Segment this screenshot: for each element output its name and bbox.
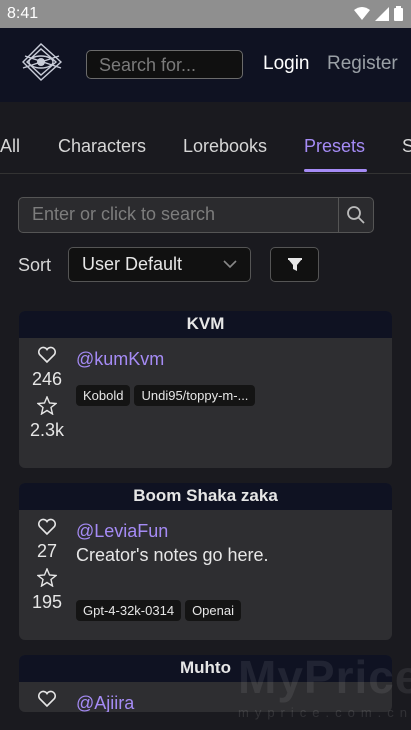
tag-list: Kobold Undi95/toppy-m-... [76, 385, 256, 406]
heart-icon[interactable] [37, 346, 57, 364]
sort-selected-value: User Default [82, 254, 183, 274]
tab-presets[interactable]: Presets [304, 136, 365, 157]
search-button[interactable] [338, 197, 374, 233]
top-header: Search for... Login Register [0, 28, 411, 102]
search-icon [347, 206, 365, 224]
star-count: 2.3k [29, 420, 65, 440]
like-count: 27 [36, 541, 58, 561]
signal-icon [375, 6, 389, 21]
tag[interactable]: Undi95/toppy-m-... [134, 385, 256, 406]
sort-label: Sort [18, 255, 52, 275]
card-stats [19, 690, 75, 708]
like-count: 246 [31, 369, 63, 389]
tab-more[interactable]: S [402, 136, 411, 157]
card-title: KVM [19, 311, 392, 338]
heart-icon[interactable] [37, 518, 57, 536]
site-logo-icon[interactable] [19, 40, 65, 86]
tag[interactable]: Gpt-4-32k-0314 [76, 600, 182, 621]
preset-card[interactable]: Boom Shaka zaka 27 195 @LeviaFun Creator… [19, 483, 392, 640]
watermark: MyPrice [238, 651, 411, 703]
star-icon[interactable] [37, 396, 57, 415]
category-tabs: All Characters Lorebooks Presets S [0, 102, 411, 174]
creator-notes: Creator's notes go here. [76, 545, 269, 565]
tab-characters[interactable]: Characters [58, 136, 146, 157]
card-title: Boom Shaka zaka [19, 483, 392, 510]
search-input[interactable]: Enter or click to search [18, 197, 338, 233]
chevron-down-icon [223, 260, 237, 269]
filter-button[interactable] [270, 247, 319, 282]
register-link[interactable]: Register [327, 53, 398, 75]
status-time: 8:41 [7, 5, 39, 22]
star-icon[interactable] [37, 568, 57, 587]
sort-select[interactable]: User Default [68, 247, 251, 282]
preset-card[interactable]: KVM 246 2.3k @kumKvm Kobold Undi95/toppy… [19, 311, 392, 468]
search-row: Enter or click to search [18, 197, 374, 233]
creator-link[interactable]: @LeviaFun [76, 521, 168, 542]
active-tab-indicator [304, 169, 367, 172]
header-search-input[interactable]: Search for... [86, 50, 243, 79]
tab-lorebooks[interactable]: Lorebooks [183, 136, 267, 157]
wifi-icon [354, 6, 370, 20]
creator-link[interactable]: @kumKvm [76, 349, 164, 370]
tag[interactable]: Kobold [76, 385, 131, 406]
login-link[interactable]: Login [263, 53, 310, 75]
battery-icon [394, 6, 403, 21]
status-bar: 8:41 [0, 0, 411, 28]
tag[interactable]: Openai [185, 600, 241, 621]
star-count: 195 [31, 592, 63, 612]
filter-icon [287, 257, 302, 271]
card-stats: 246 2.3k [19, 346, 75, 447]
heart-icon[interactable] [37, 690, 57, 708]
creator-link[interactable]: @Ajiira [76, 693, 134, 712]
card-stats: 27 195 [19, 518, 75, 619]
status-icons [354, 6, 403, 21]
tab-all[interactable]: All [0, 136, 20, 157]
tag-list: Gpt-4-32k-0314 Openai [76, 600, 241, 621]
watermark-sub: myprice.com.cn [238, 705, 411, 720]
